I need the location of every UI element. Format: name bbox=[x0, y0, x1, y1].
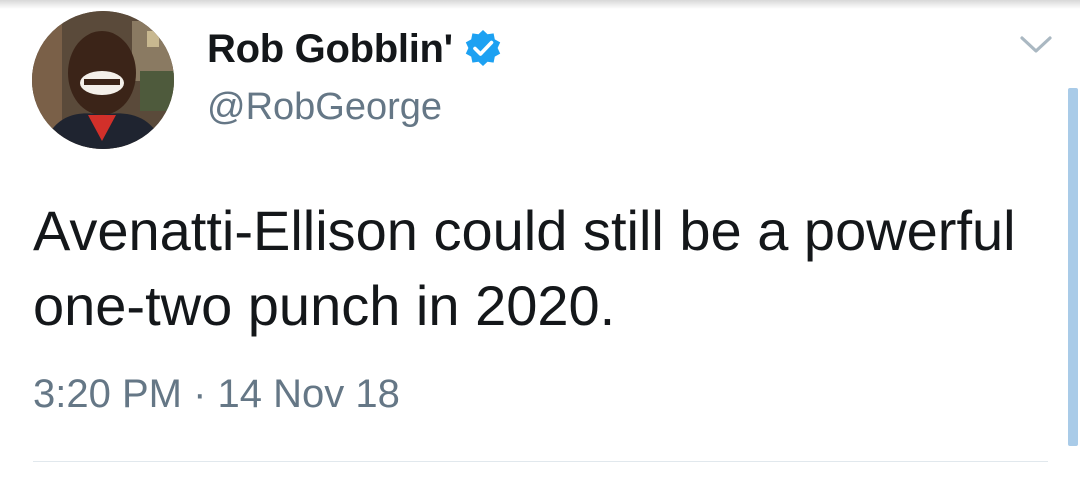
avatar[interactable] bbox=[32, 11, 174, 149]
tweet-timestamp[interactable]: 3:20 PM · 14 Nov 18 bbox=[33, 372, 400, 417]
tweet-screen: Rob Gobblin' @RobGeorge Avenatti-Ellison… bbox=[0, 0, 1080, 490]
avatar-photo bbox=[32, 11, 174, 149]
scrollbar[interactable] bbox=[1068, 88, 1078, 446]
tweet-text: Avenatti-Ellison could still be a powerf… bbox=[33, 199, 1016, 337]
divider bbox=[33, 461, 1048, 462]
verified-badge-icon bbox=[463, 29, 503, 69]
top-shadow bbox=[0, 0, 1080, 9]
display-name[interactable]: Rob Gobblin' bbox=[207, 27, 453, 72]
chevron-down-icon[interactable] bbox=[1018, 33, 1054, 57]
name-row: Rob Gobblin' bbox=[207, 24, 503, 74]
user-handle[interactable]: @RobGeorge bbox=[207, 86, 442, 129]
